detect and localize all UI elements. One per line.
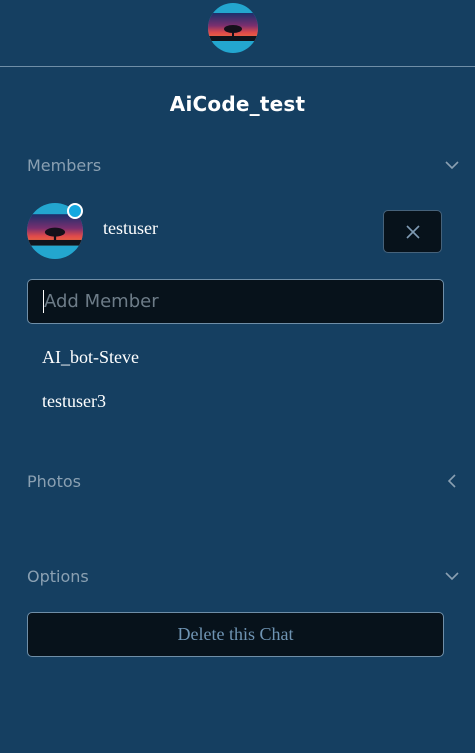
add-member-input[interactable] xyxy=(27,279,444,324)
chevron-down-icon[interactable] xyxy=(443,567,461,585)
tree-sunset-avatar-icon xyxy=(208,3,258,53)
suggestion-item[interactable]: testuser3 xyxy=(42,391,106,412)
chat-avatar[interactable] xyxy=(208,3,258,53)
chevron-down-icon[interactable] xyxy=(443,156,461,174)
member-name: testuser xyxy=(103,218,158,238)
options-section-header[interactable]: Options xyxy=(27,567,461,591)
chevron-left-icon[interactable] xyxy=(443,472,461,490)
suggestion-item[interactable]: AI_bot-Steve xyxy=(42,347,139,368)
photos-section-header[interactable]: Photos xyxy=(27,472,461,496)
options-label: Options xyxy=(27,567,89,586)
remove-member-button[interactable] xyxy=(383,210,442,253)
chat-header-bar xyxy=(0,0,475,67)
member-row-testuser: testuser xyxy=(27,203,444,259)
close-icon xyxy=(405,224,420,239)
members-label: Members xyxy=(27,156,102,175)
text-caret xyxy=(43,290,44,313)
online-status-dot xyxy=(67,203,83,219)
delete-chat-button[interactable]: Delete this Chat xyxy=(27,612,444,657)
photos-label: Photos xyxy=(27,472,81,491)
members-section-header[interactable]: Members xyxy=(27,156,461,180)
chat-title: AiCode_test xyxy=(169,92,306,116)
